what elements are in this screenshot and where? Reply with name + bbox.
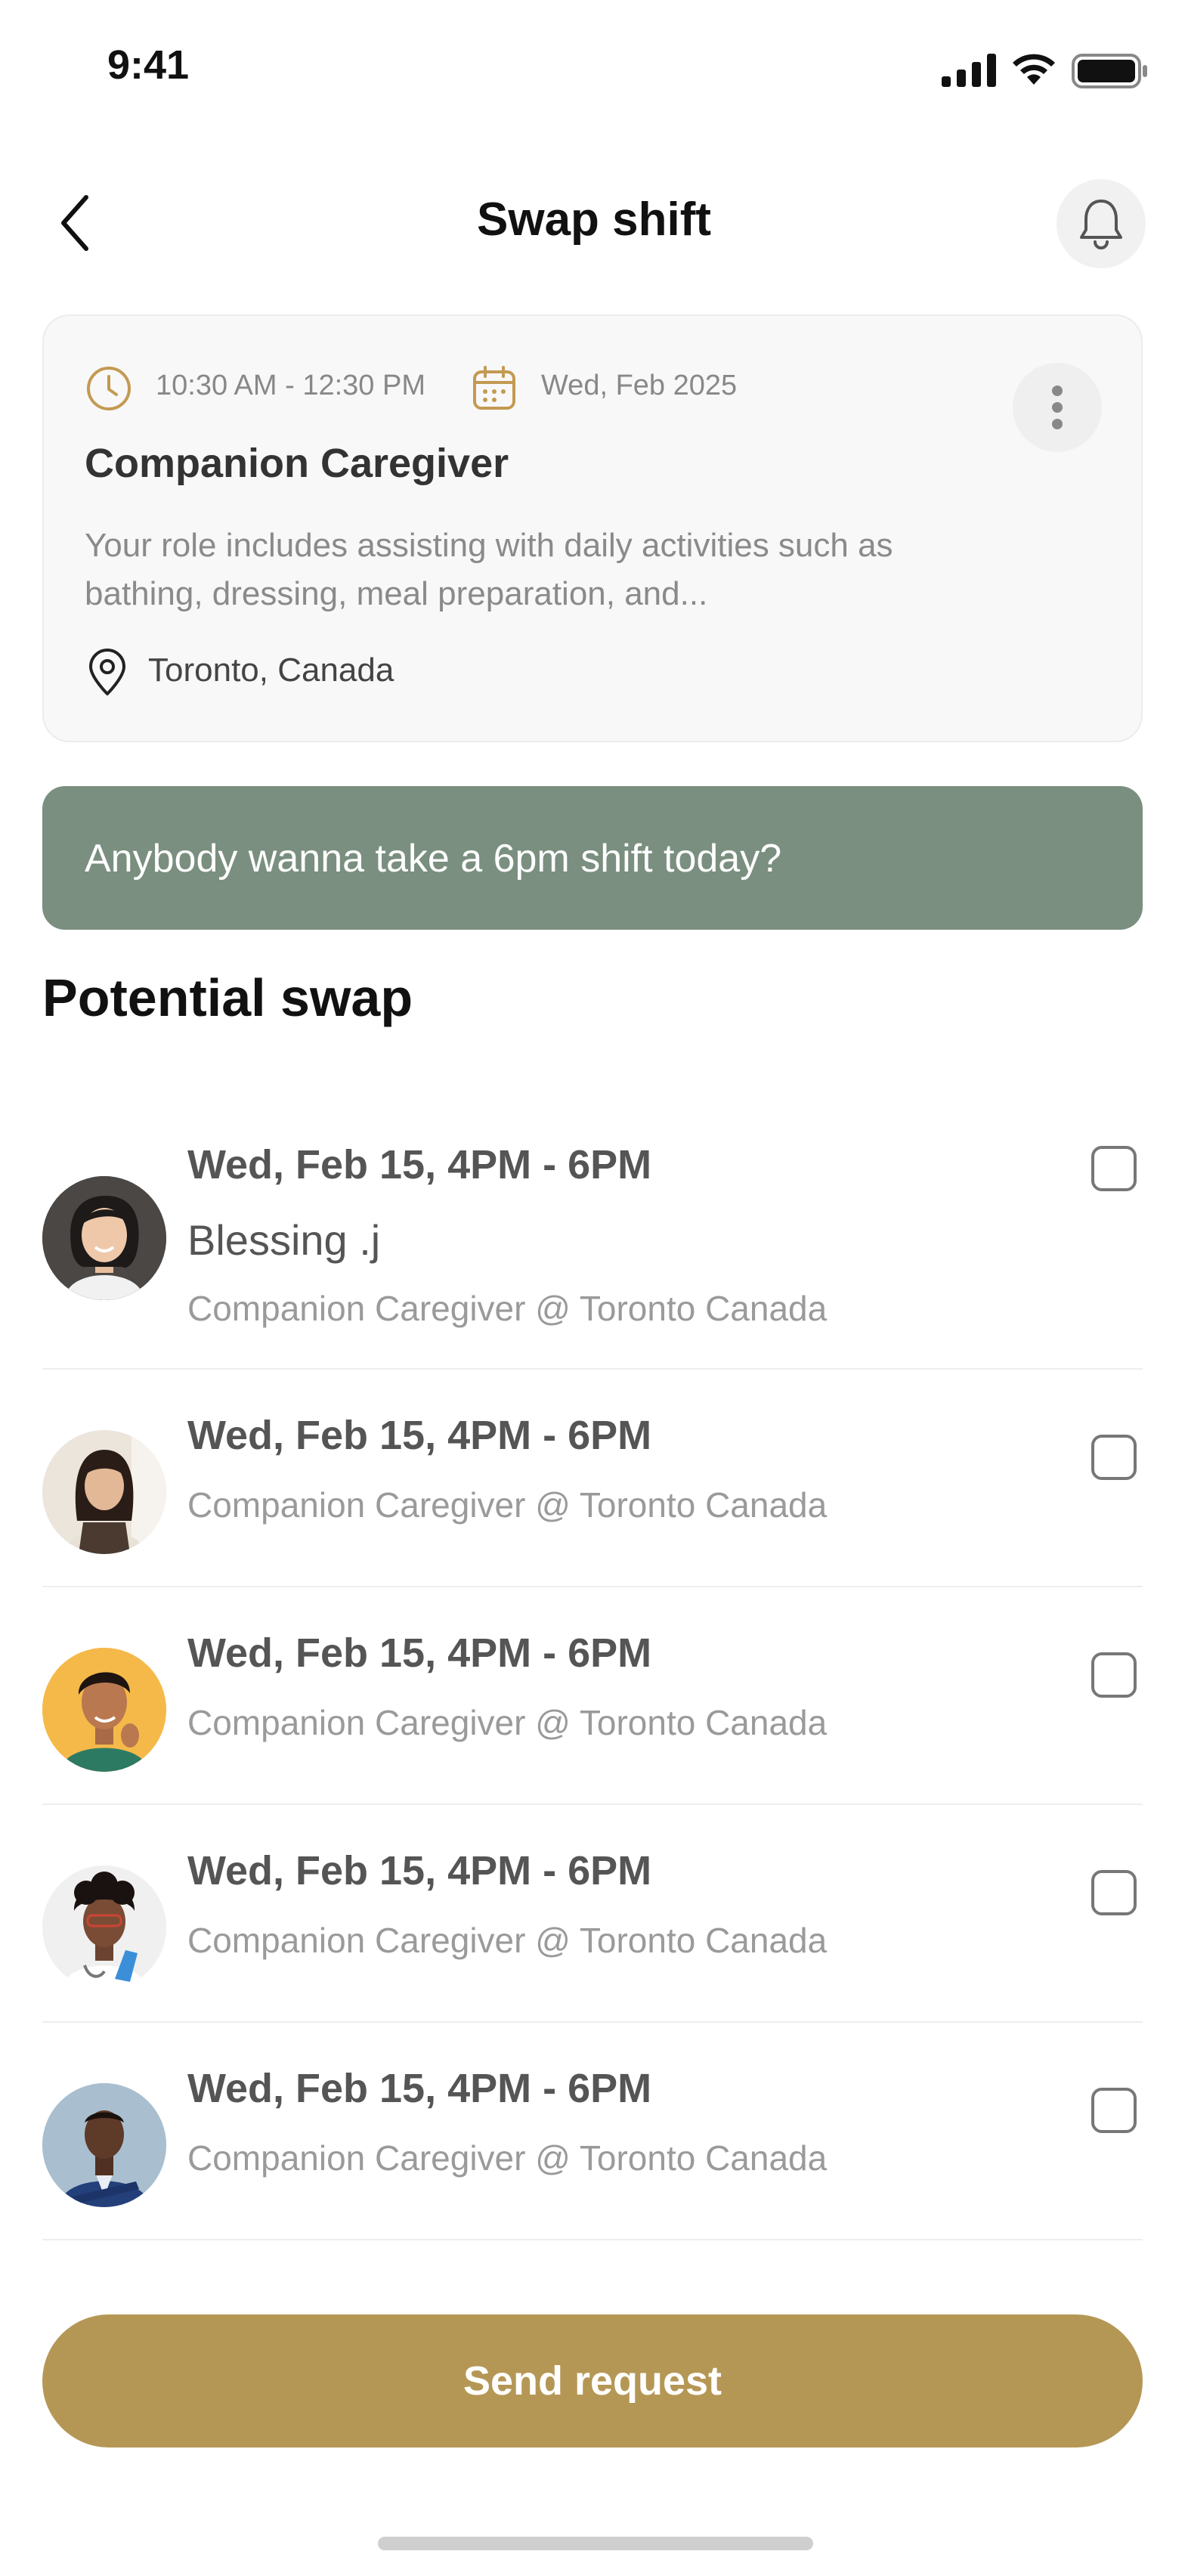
shift-description: Your role includes assisting with daily … — [85, 527, 893, 612]
swap-list-item[interactable]: Wed, Feb 15, 4PM - 6PM Companion Caregiv… — [42, 1587, 1143, 1805]
swap-list-item[interactable]: Wed, Feb 15, 4PM - 6PM Blessing .j Compa… — [42, 1108, 1143, 1370]
swap-role-location: Companion Caregiver @ Toronto Canada — [187, 1703, 828, 1742]
avatar — [42, 1648, 166, 1772]
avatar — [42, 1430, 166, 1554]
avatar — [42, 2083, 166, 2207]
shift-time-range: 10:30 AM - 12:30 PM — [156, 370, 425, 401]
swap-list-item[interactable]: Wed, Feb 15, 4PM - 6PM Companion Caregiv… — [42, 1370, 1143, 1587]
more-vertical-icon — [1052, 385, 1063, 429]
swap-role-location: Companion Caregiver @ Toronto Canada — [187, 1921, 828, 1960]
swap-role-location: Companion Caregiver @ Toronto Canada — [187, 1485, 828, 1525]
avatar — [42, 1176, 166, 1300]
cellular-signal-icon — [942, 54, 996, 87]
status-time: 9:41 — [107, 42, 190, 88]
swap-date: Wed, Feb 15, 4PM - 6PM — [187, 1142, 652, 1187]
swap-list-item[interactable]: Wed, Feb 15, 4PM - 6PM Companion Caregiv… — [42, 2023, 1143, 2240]
select-checkbox[interactable] — [1091, 1652, 1137, 1698]
home-indicator[interactable] — [378, 2537, 813, 2550]
select-checkbox[interactable] — [1091, 1435, 1137, 1480]
calendar-icon — [473, 366, 515, 410]
swap-role-location: Companion Caregiver @ Toronto Canada — [187, 1289, 828, 1328]
swap-date: Wed, Feb 15, 4PM - 6PM — [187, 2066, 652, 2111]
section-title: Potential swap — [42, 968, 413, 1027]
clock-icon — [87, 367, 131, 410]
location-pin-icon — [89, 649, 125, 695]
shift-role: Companion Caregiver — [85, 441, 509, 486]
swap-date: Wed, Feb 15, 4PM - 6PM — [187, 1630, 652, 1676]
swap-date: Wed, Feb 15, 4PM - 6PM — [187, 1413, 652, 1458]
wifi-icon — [1013, 54, 1055, 85]
page-title: Swap shift — [476, 194, 712, 246]
more-options-button[interactable] — [1013, 363, 1102, 452]
battery-icon — [1072, 54, 1147, 88]
select-checkbox[interactable] — [1091, 2088, 1137, 2133]
bell-icon — [1080, 200, 1122, 249]
swap-list-item[interactable]: Wed, Feb 15, 4PM - 6PM Companion Caregiv… — [42, 1805, 1143, 2023]
swap-role-location: Companion Caregiver @ Toronto Canada — [187, 2138, 828, 2178]
swap-date: Wed, Feb 15, 4PM - 6PM — [187, 1848, 652, 1893]
swap-message-text: Anybody wanna take a 6pm shift today? — [85, 837, 782, 881]
select-checkbox[interactable] — [1091, 1146, 1137, 1191]
swap-person-name: Blessing .j — [187, 1216, 381, 1264]
send-request-button[interactable]: Send request — [42, 2314, 1143, 2448]
shift-date: Wed, Feb 2025 — [541, 370, 738, 401]
select-checkbox[interactable] — [1091, 1870, 1137, 1915]
shift-location: Toronto, Canada — [148, 652, 394, 689]
avatar — [42, 1865, 166, 1989]
notification-button[interactable] — [1057, 179, 1146, 268]
